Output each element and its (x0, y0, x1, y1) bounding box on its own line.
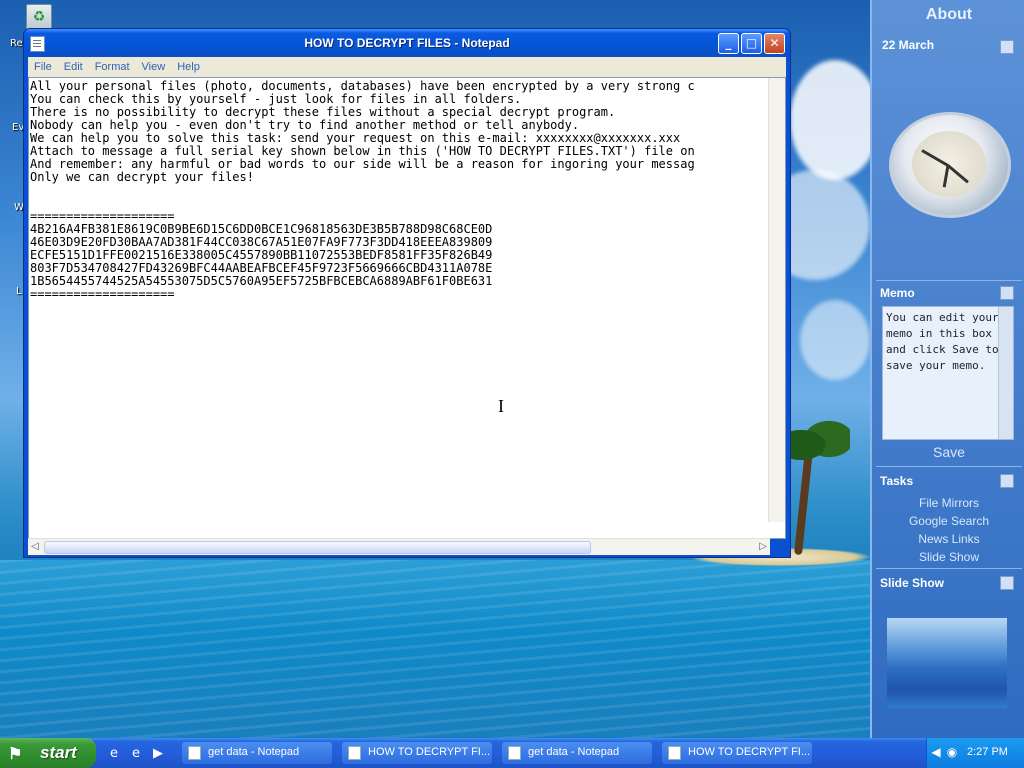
browser-icon[interactable]: e (106, 746, 122, 762)
sea-background (0, 560, 870, 738)
minute-hand (947, 164, 969, 184)
taskbar-button-label: get data - Notepad (528, 746, 620, 758)
taskbar-button-label: HOW TO DECRYPT FI... (368, 746, 491, 758)
clock-widget (889, 112, 1011, 218)
close-button[interactable]: ✕ (764, 33, 785, 54)
windows-logo-icon: ⚑ (8, 746, 23, 763)
vertical-scrollbar[interactable] (768, 78, 785, 522)
divider (876, 568, 1022, 569)
horizontal-scrollbar[interactable]: ◁ ▷ (28, 538, 770, 555)
tasks-title: Tasks (880, 474, 914, 488)
menu-format[interactable]: Format (89, 57, 136, 73)
notepad-window: HOW TO DECRYPT FILES - Notepad _ □ ✕ Fil… (23, 28, 791, 558)
media-player-icon[interactable]: ▶ (150, 746, 166, 762)
menu-bar: File Edit Format View Help (28, 57, 786, 77)
taskbar-button-label: HOW TO DECRYPT FI... (688, 746, 811, 758)
task-news-links[interactable]: News Links (872, 532, 1024, 546)
start-button[interactable]: ⚑ start (0, 738, 96, 768)
maximize-button[interactable]: □ (741, 33, 762, 54)
slideshow-image[interactable] (887, 618, 1007, 708)
tray-expand-icon[interactable]: ◀ (929, 745, 943, 759)
menu-edit[interactable]: Edit (58, 57, 89, 73)
divider (876, 466, 1022, 467)
taskbar: ⚑ start e e ▶ get data - Notepad HOW TO … (0, 738, 1024, 768)
notepad-icon (348, 746, 361, 760)
scroll-right-icon[interactable]: ▷ (756, 540, 770, 554)
taskbar-button[interactable]: get data - Notepad (182, 742, 332, 764)
slideshow-icon[interactable] (1000, 576, 1014, 590)
taskbar-button-label: get data - Notepad (208, 746, 300, 758)
start-label: start (40, 743, 77, 762)
save-button[interactable]: Save (872, 444, 1024, 460)
document-text[interactable]: All your personal files (photo, document… (29, 78, 785, 301)
notepad-icon (188, 746, 201, 760)
taskbar-button[interactable]: get data - Notepad (502, 742, 652, 764)
memo-scrollbar[interactable] (998, 307, 1013, 439)
task-slide-show[interactable]: Slide Show (872, 550, 1024, 564)
horizontal-scroll-thumb[interactable] (44, 541, 591, 554)
text-editor[interactable]: All your personal files (photo, document… (28, 77, 786, 539)
browser-icon[interactable]: e (128, 746, 144, 762)
taskbar-button[interactable]: HOW TO DECRYPT FI... (342, 742, 492, 764)
minimize-button[interactable]: _ (718, 33, 739, 54)
title-bar[interactable]: HOW TO DECRYPT FILES - Notepad _ □ ✕ (24, 29, 790, 57)
memo-icon[interactable] (1000, 286, 1014, 300)
system-tray: ◀ ◉ 2:27 PM (926, 738, 1024, 768)
menu-help[interactable]: Help (171, 57, 206, 73)
desktop-icon-label[interactable]: L (16, 286, 22, 297)
cloud (800, 300, 870, 380)
menu-view[interactable]: View (136, 57, 172, 73)
window-title: HOW TO DECRYPT FILES - Notepad (304, 36, 510, 50)
taskbar-button[interactable]: HOW TO DECRYPT FI... (662, 742, 812, 764)
slideshow-title: Slide Show (880, 576, 945, 590)
sidebar-header[interactable]: About (872, 6, 1024, 24)
memo-input[interactable]: You can edit your memo in this box and c… (882, 306, 1014, 440)
sidebar-date: 22 March (882, 38, 935, 52)
settings-icon[interactable] (1000, 40, 1014, 54)
scroll-left-icon[interactable]: ◁ (28, 540, 42, 554)
memo-text[interactable]: You can edit your memo in this box and c… (883, 307, 1013, 377)
clock[interactable]: 2:27 PM (967, 746, 1008, 758)
hour-hand (921, 149, 949, 167)
text-cursor-icon: I (498, 396, 504, 416)
second-hand (942, 165, 950, 188)
network-icon[interactable]: ◉ (945, 745, 959, 759)
desktop-icon-label[interactable]: Re (10, 38, 23, 49)
menu-file[interactable]: File (28, 57, 58, 73)
memo-title: Memo (880, 286, 915, 300)
clock-face (912, 131, 986, 197)
notepad-icon (508, 746, 521, 760)
tasks-icon[interactable] (1000, 474, 1014, 488)
task-file-mirrors[interactable]: File Mirrors (872, 496, 1024, 510)
divider (876, 280, 1022, 281)
task-google-search[interactable]: Google Search (872, 514, 1024, 528)
notepad-icon (668, 746, 681, 760)
cloud (790, 60, 880, 180)
desktop-sidebar: About 22 March Memo You can edit your me… (870, 0, 1024, 738)
